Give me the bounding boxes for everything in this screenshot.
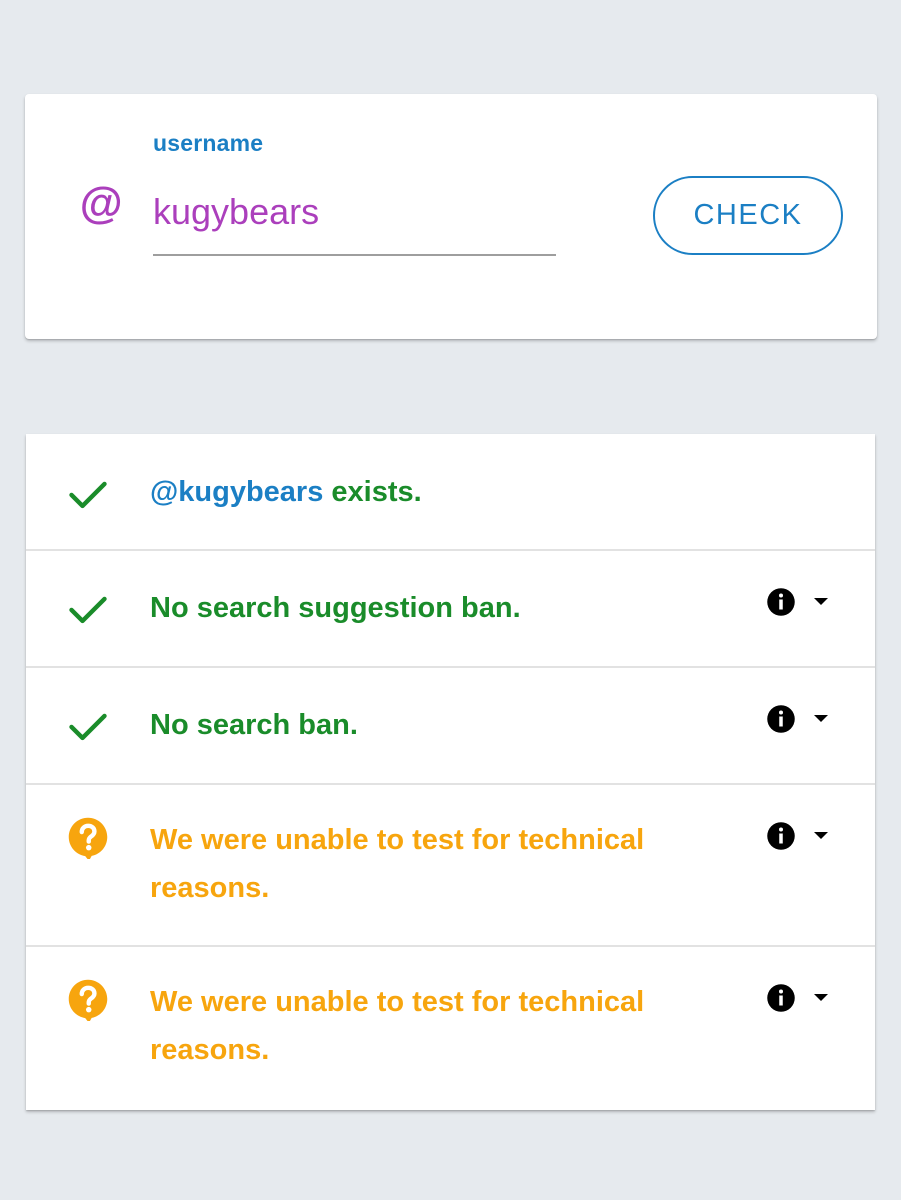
username-input[interactable] (153, 182, 556, 242)
info-icon[interactable] (766, 704, 796, 734)
username-field[interactable]: username (153, 130, 556, 256)
result-message: We were unable to test for technical rea… (150, 986, 645, 1066)
username-search-card: @ username CHECK (25, 94, 877, 339)
result-row-technical-1: We were unable to test for technical rea… (26, 785, 875, 947)
check-button[interactable]: CHECK (653, 176, 843, 255)
checkmark-icon (69, 481, 107, 509)
username-field-underline (153, 254, 556, 256)
question-bubble-icon (68, 817, 108, 859)
username-field-label: username (153, 130, 264, 156)
result-row-search-suggestion-ban: No search suggestion ban. (26, 551, 875, 668)
result-row-search-ban: No search ban. (26, 668, 875, 785)
result-row-technical-2: We were unable to test for technical rea… (26, 947, 875, 1110)
info-icon[interactable] (766, 983, 796, 1013)
result-message: exists. (323, 476, 422, 508)
details-toggle[interactable] (766, 586, 836, 618)
result-message: No search suggestion ban. (150, 592, 521, 624)
result-message: We were unable to test for technical rea… (150, 824, 645, 904)
question-bubble-icon (68, 979, 108, 1021)
results-card: @kugybears exists. No search suggestion … (26, 434, 875, 1110)
info-icon[interactable] (766, 587, 796, 617)
result-text: @kugybears exists. (150, 468, 710, 516)
info-icon[interactable] (766, 821, 796, 851)
caret-down-icon[interactable] (814, 598, 828, 606)
caret-down-icon[interactable] (814, 832, 828, 840)
result-message: No search ban. (150, 709, 358, 741)
result-handle: @kugybears (150, 476, 324, 508)
details-toggle[interactable] (766, 820, 836, 852)
checkmark-icon (69, 596, 107, 624)
caret-down-icon[interactable] (814, 715, 828, 723)
at-sign-icon: @ (79, 179, 122, 228)
result-row-exists: @kugybears exists. (26, 434, 875, 551)
details-toggle[interactable] (766, 703, 836, 735)
caret-down-icon[interactable] (814, 994, 828, 1002)
details-toggle[interactable] (766, 982, 836, 1014)
checkmark-icon (69, 713, 107, 741)
